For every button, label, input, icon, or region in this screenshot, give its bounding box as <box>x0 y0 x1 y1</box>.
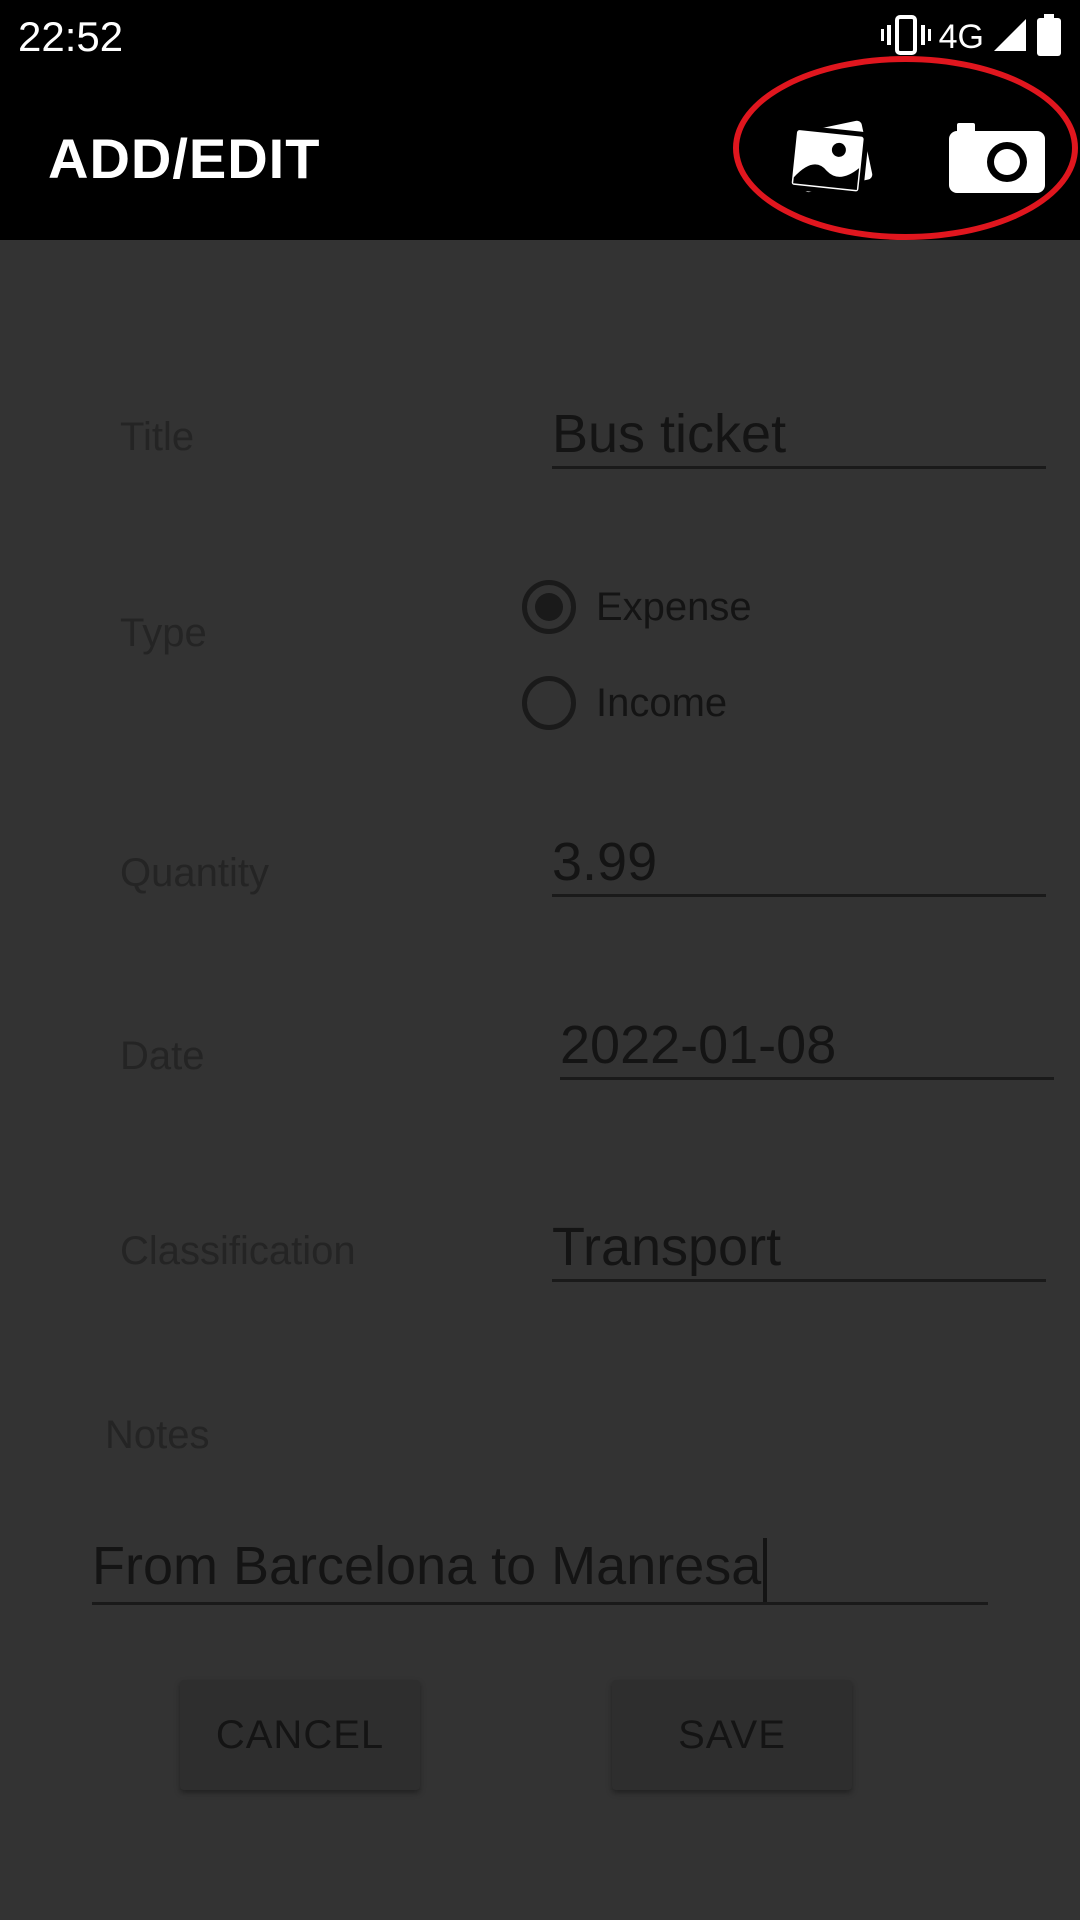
status-icons: 4G <box>880 13 1062 61</box>
status-bar: 22:52 4G <box>0 0 1080 74</box>
title-label: Title <box>120 415 195 459</box>
text-caret <box>763 1537 768 1602</box>
radio-income-label: Income <box>596 680 728 725</box>
add-edit-screen: 22:52 4G ADD/EDIT Title Bus ticket Type … <box>0 0 1080 1920</box>
title-input[interactable]: Bus ticket <box>552 402 1046 469</box>
cancel-button[interactable]: CANCEL <box>180 1680 420 1790</box>
battery-icon <box>1036 13 1062 61</box>
quantity-input[interactable]: 3.99 <box>552 830 1046 897</box>
radio-expense[interactable]: Expense <box>522 580 752 634</box>
gallery-icon <box>780 113 880 208</box>
notes-text: From Barcelona to Manresa <box>92 1536 762 1596</box>
radio-expense-indicator[interactable] <box>522 580 576 634</box>
classification-label: Classification <box>120 1229 356 1273</box>
classification-select[interactable]: Transport <box>552 1215 1046 1282</box>
network-type: 4G <box>938 18 984 56</box>
notes-input[interactable]: From Barcelona to Manresa <box>92 1534 988 1605</box>
app-bar: ADD/EDIT <box>0 74 1080 240</box>
status-time: 22:52 <box>18 13 124 60</box>
radio-income-indicator[interactable] <box>522 676 576 730</box>
page-title: ADD/EDIT <box>48 127 321 190</box>
gallery-button[interactable] <box>775 110 885 210</box>
radio-expense-label: Expense <box>596 584 752 629</box>
save-button[interactable]: SAVE <box>612 1680 852 1790</box>
date-input[interactable]: 2022-01-08 <box>560 1013 1054 1080</box>
radio-income[interactable]: Income <box>522 676 727 730</box>
vibrate-icon <box>880 14 931 60</box>
camera-icon <box>947 121 1047 200</box>
quantity-label: Quantity <box>120 851 269 895</box>
notes-label: Notes <box>105 1413 210 1457</box>
signal-icon <box>992 17 1028 58</box>
date-label: Date <box>120 1034 205 1078</box>
type-label: Type <box>120 611 207 655</box>
camera-button[interactable] <box>942 110 1052 210</box>
